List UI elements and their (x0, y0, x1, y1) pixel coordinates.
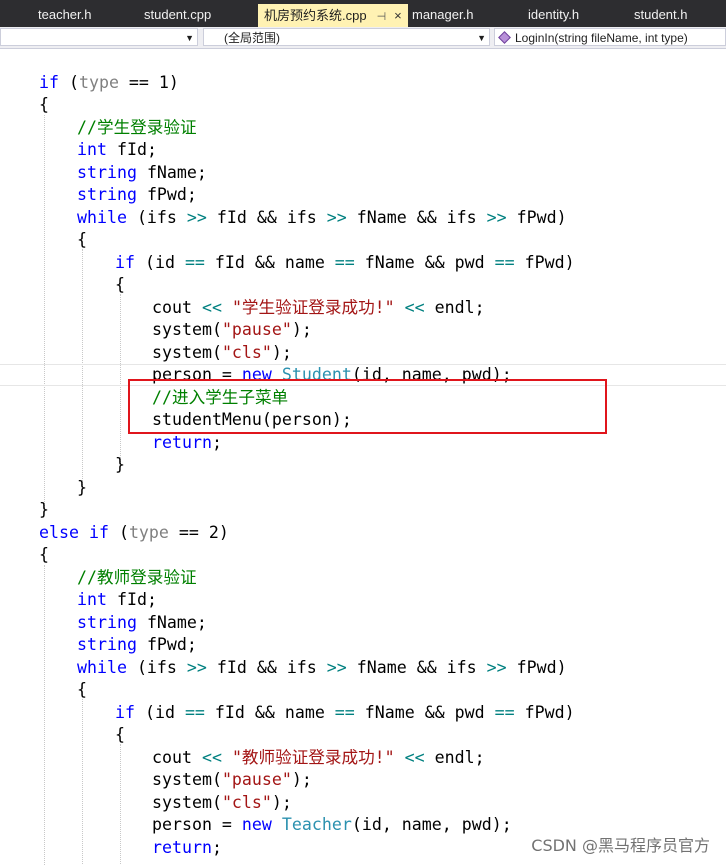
red-highlight-box (128, 379, 607, 434)
code-line: string fPwd; (77, 635, 197, 654)
code-line: { (115, 275, 125, 294)
document-tab-bar: teacher.h student.cpp 机房预约系统.cpp ⊣ × manag… (0, 0, 726, 27)
code-line: string fName; (77, 613, 207, 632)
indent-guide (82, 699, 83, 864)
code-line: //教师登录验证 (77, 568, 197, 587)
code-line: //学生登录验证 (77, 118, 197, 137)
code-line: return; (152, 838, 222, 857)
tab-label: identity.h (528, 7, 580, 22)
csdn-watermark: CSDN @黑马程序员官方 (531, 836, 710, 855)
tab-teacher-h[interactable]: teacher.h (38, 3, 92, 27)
tab-active-main-cpp[interactable]: 机房预约系统.cpp ⊣ × (258, 4, 408, 27)
code-line: while (ifs >> fId && ifs >> fName && ifs… (77, 658, 567, 677)
code-line: } (77, 478, 87, 497)
code-line: cout << "教师验证登录成功!" << endl; (152, 748, 485, 767)
tab-label: student.cpp (144, 7, 212, 22)
navigation-bar: ▼ (全局范围) ▼ LoginIn(string fileName, int … (0, 27, 726, 49)
close-icon[interactable]: × (394, 4, 402, 27)
scope-dropdown-value: (全局范围) (224, 31, 280, 45)
code-line: system("cls"); (152, 793, 292, 812)
tab-label: manager.h (412, 7, 474, 22)
code-line: if (type == 1) (39, 73, 179, 92)
code-line: else if (type == 2) (39, 523, 229, 542)
method-icon (498, 31, 511, 44)
indent-guide (44, 565, 45, 865)
code-line: } (39, 500, 49, 519)
tab-student-cpp[interactable]: student.cpp (144, 3, 211, 27)
code-line: cout << "学生验证登录成功!" << endl; (152, 298, 485, 317)
tab-student-h[interactable]: student.h (634, 3, 688, 27)
code-line: if (id == fId && name == fName && pwd ==… (115, 703, 575, 722)
code-line: return; (152, 433, 222, 452)
function-dropdown-value: LoginIn(string fileName, int type) (515, 31, 688, 45)
tab-label: student.h (634, 7, 688, 22)
code-line: { (115, 725, 125, 744)
code-line: system("pause"); (152, 770, 312, 789)
tab-identity-h[interactable]: identity.h (528, 3, 579, 27)
scope-dropdown[interactable]: (全局范围) ▼ (203, 28, 490, 46)
code-line: if (id == fId && name == fName && pwd ==… (115, 253, 575, 272)
project-dropdown[interactable]: ▼ (0, 28, 198, 46)
code-line: system("cls"); (152, 343, 292, 362)
tab-label: 机房预约系统.cpp (264, 8, 367, 23)
chevron-down-icon: ▼ (477, 33, 486, 43)
code-line: system("pause"); (152, 320, 312, 339)
chevron-down-icon: ▼ (185, 33, 194, 43)
tab-label: teacher.h (38, 7, 92, 22)
pin-icon[interactable]: ⊣ (377, 6, 387, 29)
indent-guide (120, 744, 121, 864)
code-line: int fId; (77, 140, 157, 159)
code-editor[interactable]: if (type == 1) { //学生登录验证 int fId; strin… (0, 49, 726, 865)
code-line: { (77, 680, 87, 699)
code-line: person = new Teacher(id, name, pwd); (152, 815, 512, 834)
code-line: string fName; (77, 163, 207, 182)
code-line: { (39, 545, 49, 564)
function-dropdown[interactable]: LoginIn(string fileName, int type) (494, 28, 726, 46)
code-line: string fPwd; (77, 185, 197, 204)
code-line: int fId; (77, 590, 157, 609)
code-line: while (ifs >> fId && ifs >> fName && ifs… (77, 208, 567, 227)
code-line: } (115, 455, 125, 474)
code-line: { (39, 95, 49, 114)
tab-manager-h[interactable]: manager.h (412, 3, 473, 27)
indent-guide (44, 115, 45, 510)
code-line: { (77, 230, 87, 249)
